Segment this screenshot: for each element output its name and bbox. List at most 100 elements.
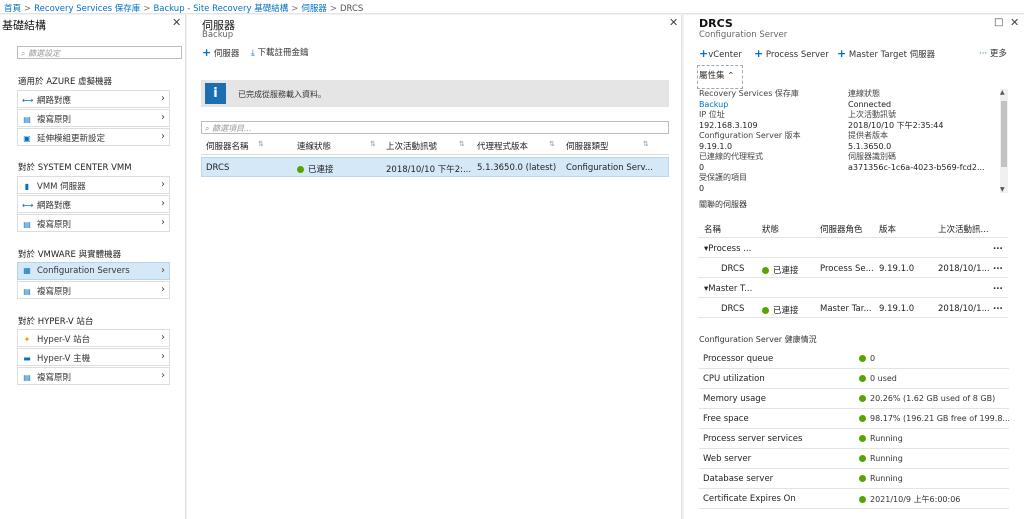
breadcrumb-servers[interactable]: 伺服器 [301, 4, 327, 13]
close-icon[interactable]: ✕ [172, 16, 181, 29]
info-icon: i [205, 83, 226, 104]
menu-item-extension-update[interactable]: ▣ 延伸模組更新設定 › [17, 128, 170, 146]
vault-link[interactable]: Backup [699, 100, 728, 109]
breadcrumb-home[interactable]: 首頁 [4, 4, 21, 13]
assoc-row-status: 已連接 [762, 264, 799, 276]
group-more-button[interactable]: ... [993, 282, 1003, 292]
column-header-connection-status[interactable]: 連線狀態 [297, 140, 331, 152]
assoc-col-name: 名稱 [704, 225, 722, 235]
table-row[interactable]: DRCS 已連接 2018/10/10 下午2:... 5.1.3650.0 (… [201, 157, 669, 177]
assoc-col-role: 伺服器角色 [820, 225, 863, 235]
blade-title: 基礎結構 [2, 19, 46, 32]
assoc-group-process[interactable]: ▾Process ... [704, 244, 751, 254]
status-ok-icon [762, 267, 769, 274]
network-icon: ⟷ [22, 96, 34, 105]
search-icon: ⌕ [205, 124, 210, 133]
assoc-col-version: 版本 [879, 225, 897, 235]
status-ok-icon [859, 355, 866, 362]
filter-items-input[interactable]: ⌕ 篩選項目... [201, 121, 669, 134]
plus-icon: + [837, 47, 847, 60]
chevron-right-icon: › [161, 198, 165, 209]
menu-item-replication-policy-hyperv[interactable]: ▤ 複寫原則 › [17, 367, 170, 385]
sort-icon[interactable]: ⇅ [258, 140, 264, 148]
hyperv-site-icon: ✦ [23, 335, 31, 344]
add-master-target-button[interactable]: + Master Target 伺服器 [837, 47, 935, 60]
row-more-button[interactable]: ... [993, 262, 1003, 272]
plus-icon: + [202, 46, 212, 59]
cell-server-name: DRCS [206, 163, 230, 173]
sort-icon[interactable]: ⇅ [370, 140, 376, 148]
status-ok-icon [859, 455, 866, 462]
group-label-vmware: 對於 VMWARE 與實體機器 [18, 250, 122, 260]
close-icon[interactable]: ✕ [1010, 16, 1019, 29]
status-ok-icon [859, 395, 866, 402]
menu-item-hyperv-sites[interactable]: ✦ Hyper-V 站台 › [17, 329, 170, 347]
health-row: Memory usage 20.26% (1.62 GB used of 8 GB… [699, 389, 1009, 409]
menu-item-network-mapping[interactable]: ⟷ 網路對應 › [17, 90, 170, 108]
chevron-right-icon: › [161, 351, 165, 362]
health-row: Web server Running [699, 449, 1009, 469]
assoc-col-heartbeat: 上次活動訊... [938, 225, 989, 235]
sort-icon[interactable]: ⇅ [549, 140, 555, 148]
menu-item-vmm-servers[interactable]: ▮ VMM 伺服器 › [17, 176, 170, 194]
menu-item-hyperv-hosts[interactable]: ▬ Hyper-V 主機 › [17, 348, 170, 366]
add-process-server-button[interactable]: + Process Server [754, 47, 829, 60]
sort-icon[interactable]: ⇅ [643, 140, 649, 148]
info-message: 已完成從服務載入資料。 [238, 90, 326, 99]
breadcrumb-infrastructure[interactable]: Backup - Site Recovery 基礎結構 [153, 4, 288, 13]
group-label-azure: 適用於 AZURE 虛擬機器 [18, 77, 113, 87]
scroll-down-icon[interactable]: ▼ [1000, 186, 1005, 193]
vmm-server-icon: ▮ [24, 182, 30, 191]
group-more-button[interactable]: ... [993, 242, 1003, 252]
column-header-server-name[interactable]: 伺服器名稱 [206, 140, 249, 152]
health-row: Processor queue 0 [699, 349, 1009, 369]
menu-item-replication-policy-vmm[interactable]: ▤ 複寫原則 › [17, 214, 170, 232]
health-row: CPU utilization 0 used [699, 369, 1009, 389]
close-icon[interactable]: ✕ [669, 16, 678, 29]
cell-last-heartbeat: 2018/10/10 下午2:... [386, 165, 472, 175]
menu-item-replication-policy-vmware[interactable]: ▤ 複寫原則 › [17, 281, 170, 299]
breadcrumb-vault[interactable]: Recovery Services 保存庫 [34, 4, 140, 13]
add-vcenter-button[interactable]: +vCenter [699, 47, 742, 60]
assoc-group-master-target[interactable]: ▾Master T... [704, 284, 752, 294]
cell-agent-version: 5.1.3650.0 (latest) [477, 163, 557, 173]
blade-title: DRCS [699, 17, 733, 30]
scroll-thumb[interactable] [1001, 101, 1007, 167]
sort-icon[interactable]: ⇅ [459, 140, 465, 148]
maximize-icon[interactable]: □ [994, 17, 1003, 28]
more-button[interactable]: ··· 更多 [979, 47, 1007, 59]
status-ok-icon [859, 435, 866, 442]
replication-policy-icon: ▤ [23, 373, 31, 382]
network-icon: ⟷ [22, 201, 34, 210]
column-header-agent-version[interactable]: 代理程式版本 [477, 140, 528, 152]
properties-left: Recovery Services 保存庫 Backup IP 位址 192.1… [699, 89, 801, 193]
cell-server-type: Configuration Serv... [566, 163, 652, 173]
download-registration-key-button[interactable]: ⤓ 下載註冊金鑰 [251, 46, 308, 58]
properties-toggle[interactable]: 屬性集 ⌃ [696, 65, 744, 89]
menu-item-replication-policy[interactable]: ▤ 複寫原則 › [17, 109, 170, 127]
column-header-last-heartbeat[interactable]: 上次活動訊號 [386, 140, 437, 152]
scroll-up-icon[interactable]: ▲ [1000, 89, 1005, 96]
health-row: Process server services Running [699, 429, 1009, 449]
chevron-right-icon: › [161, 284, 165, 295]
assoc-row-status: 已連接 [762, 304, 799, 316]
menu-item-configuration-servers[interactable]: ▦ Configuration Servers › [17, 262, 170, 280]
chevron-right-icon: › [161, 265, 165, 276]
replication-policy-icon: ▤ [23, 220, 31, 229]
menu-item-network-mapping-vmm[interactable]: ⟷ 網路對應 › [17, 195, 170, 213]
group-label-vmm: 對於 SYSTEM CENTER VMM [18, 163, 132, 173]
assoc-row-role: Master Tar... [820, 304, 872, 314]
column-header-server-type[interactable]: 伺服器類型 [566, 140, 609, 152]
hyperv-host-icon: ▬ [23, 354, 31, 363]
settings-search-input[interactable]: ⌕ 篩選設定 [17, 46, 182, 59]
chevron-right-icon: › [161, 131, 165, 142]
properties-scrollbar[interactable]: ▲ ▼ [1000, 89, 1008, 193]
info-banner: i 已完成從服務載入資料。 [201, 80, 669, 107]
row-more-button[interactable]: ... [993, 302, 1003, 312]
health-row: Database server Running [699, 469, 1009, 489]
add-server-button[interactable]: + 伺服器 [202, 46, 239, 59]
configuration-server-icon: ▦ [23, 266, 31, 275]
assoc-row-heartbeat: 2018/10/1... [938, 304, 990, 314]
chevron-right-icon: › [161, 179, 165, 190]
chevron-right-icon: › [161, 93, 165, 104]
